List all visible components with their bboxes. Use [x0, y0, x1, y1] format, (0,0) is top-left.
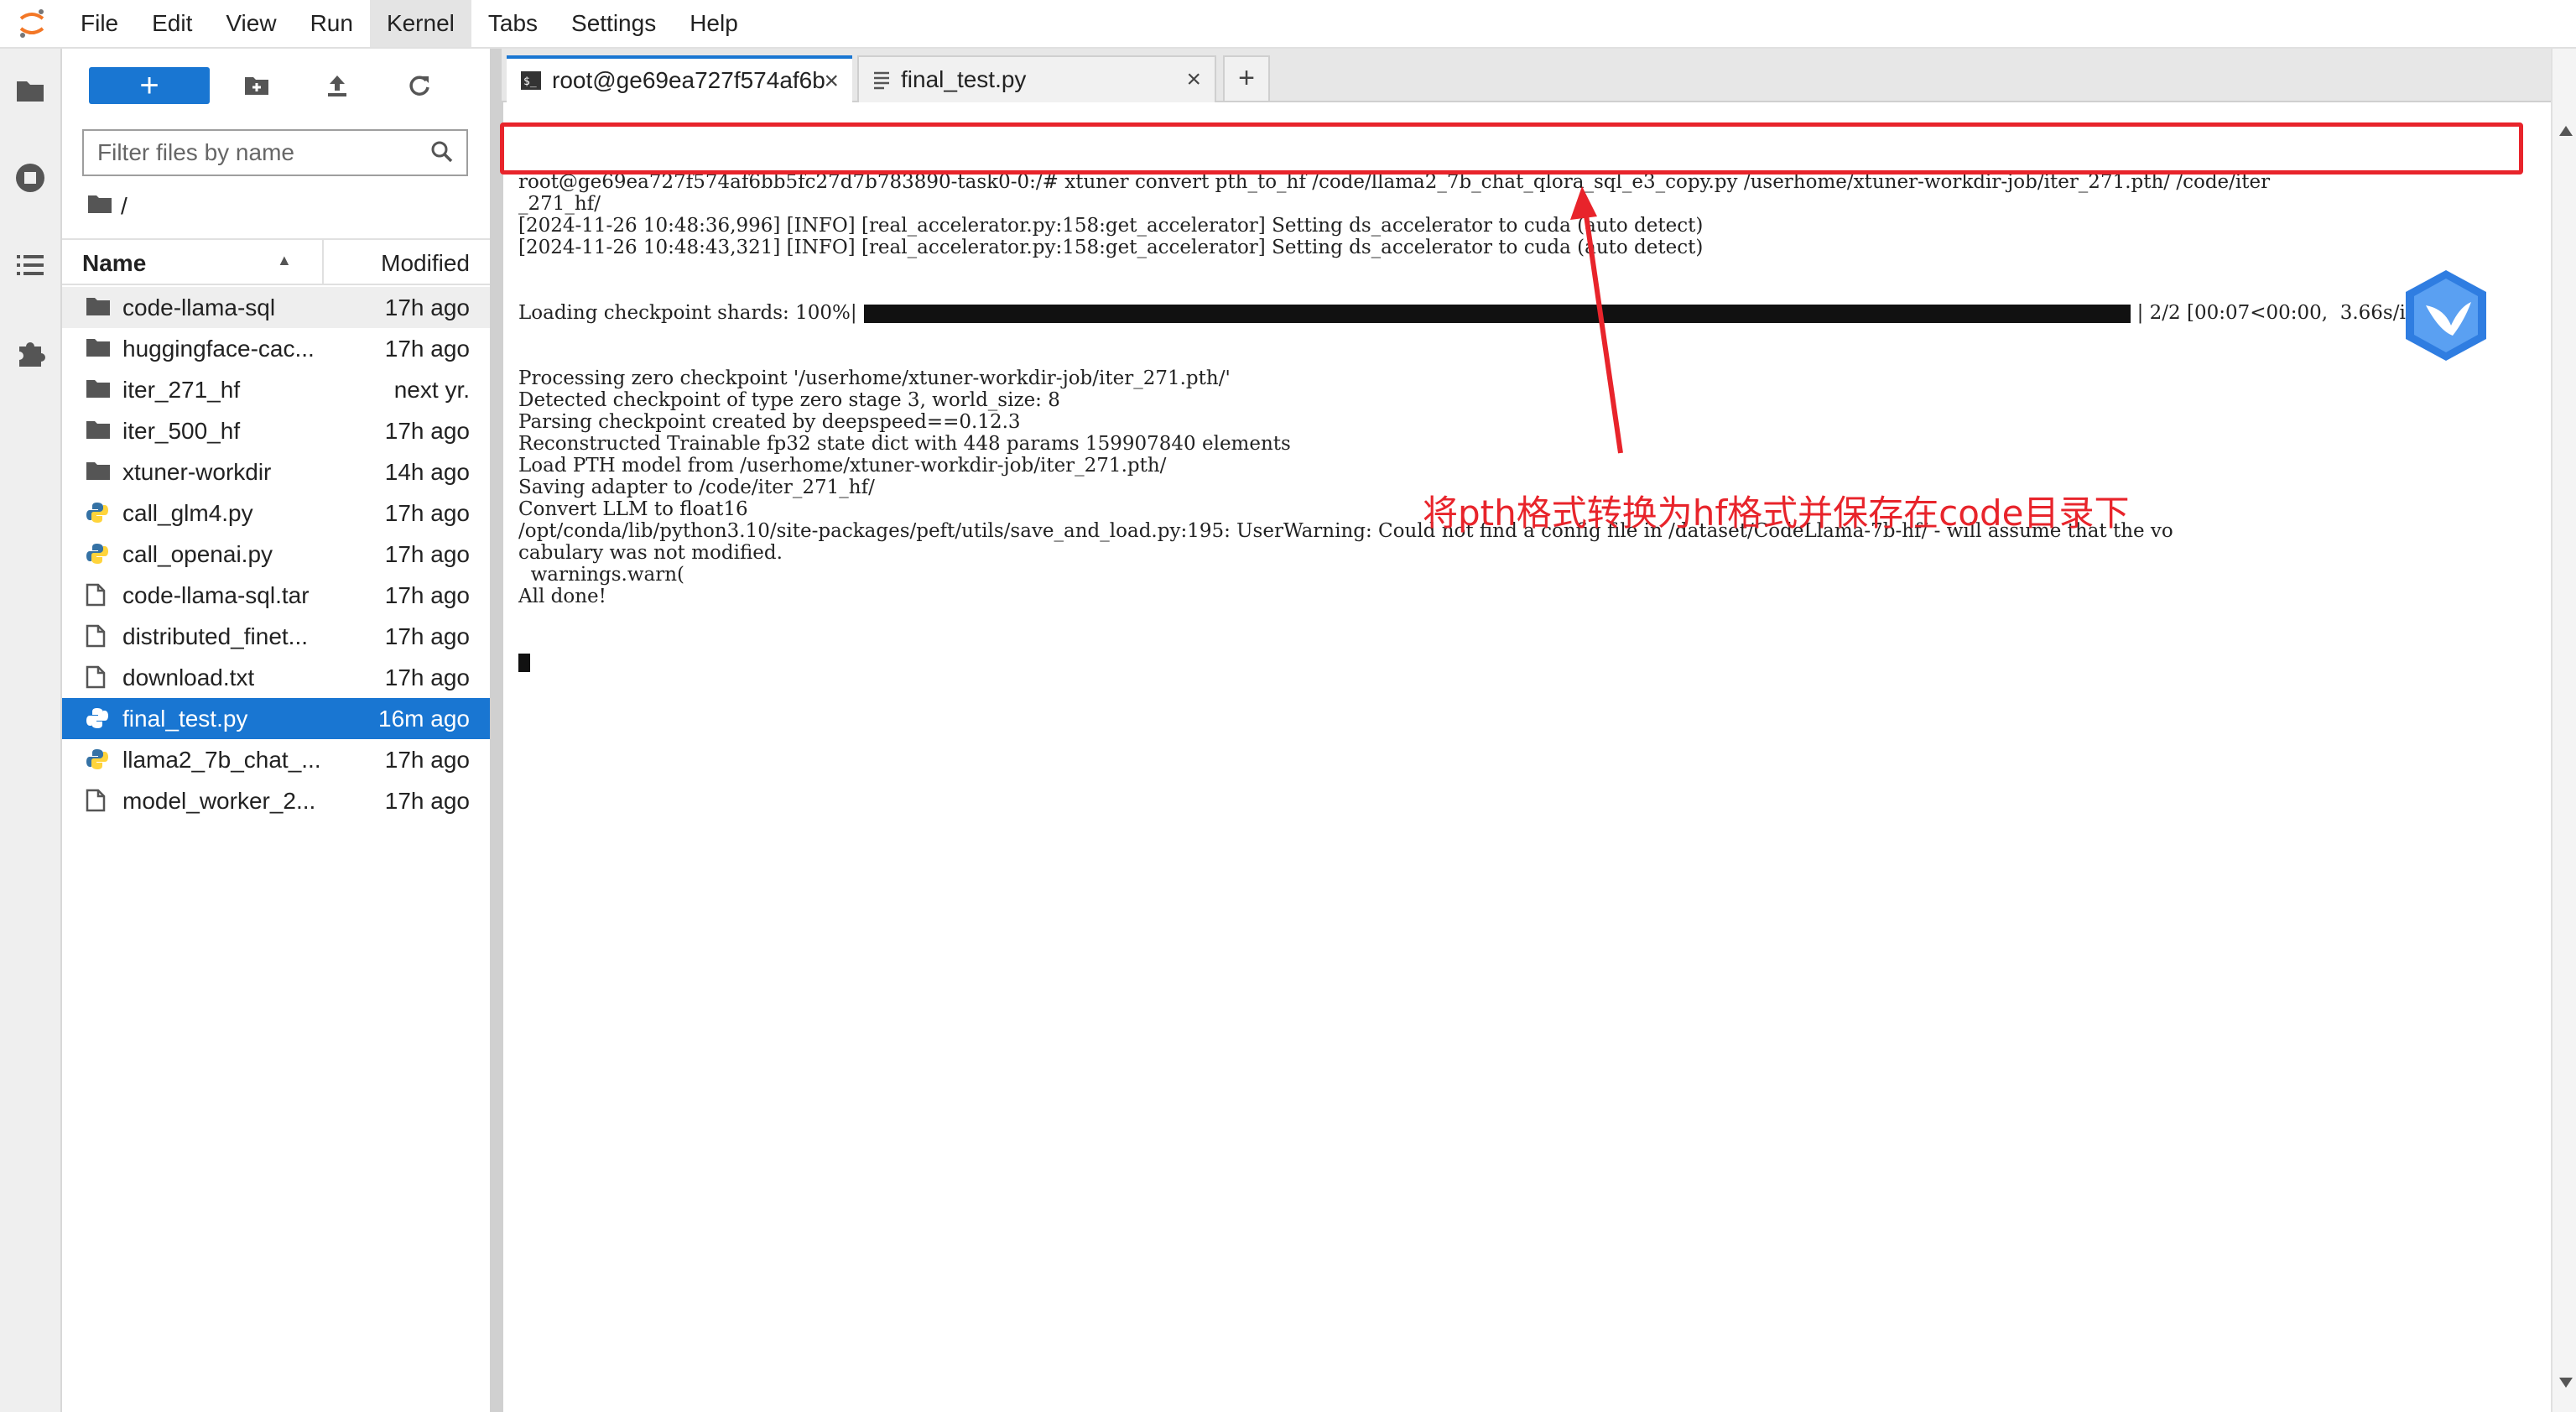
annotation-text: 将pth格式转换为hf格式并保存在code目录下 — [1423, 492, 2130, 534]
floating-app-logo-icon[interactable] — [2401, 267, 2491, 364]
annotation-arrow-icon — [1570, 186, 1623, 454]
